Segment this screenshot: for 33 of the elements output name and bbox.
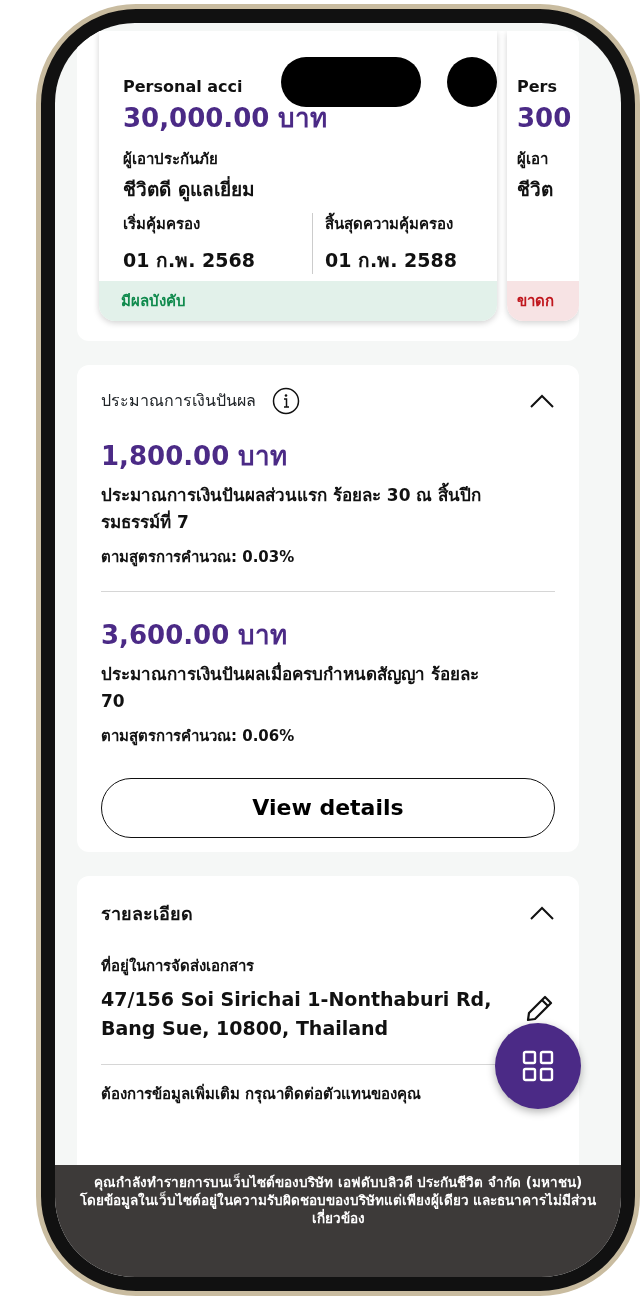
coverage-start-label: เริ่มคุ้มครอง: [123, 213, 201, 236]
status-label: มีผลบังคับ: [99, 281, 497, 321]
dividend-description: ประมาณการเงินปันผลส่วนแรก ร้อยละ 30 ณ สิ้นปีกรมธรรม์ที่ 7: [101, 482, 501, 537]
dividend-amount: 3,600.00 บาท: [101, 618, 289, 652]
address-text: 47/156 Soi Sirichai 1-Nonthaburi Rd, Bang Sue, 10800, Thailand: [101, 987, 493, 1041]
insured-name: ชีวิต: [517, 176, 554, 202]
contact-note: ต้องการข้อมูลเพิ่มเติม กรุณาติดต่อตัวแทนของคุณ: [101, 1083, 423, 1106]
policy-amount: 30,000.00 บาท: [123, 102, 329, 135]
disclaimer-text: คุณกำลังทำรายการบนเว็บไซต์ของบริษัท เอฟดับบลิวดี ประกันชีวิต จำกัด (มหาชน): [93, 1173, 584, 1192]
section-title: รายละเอียด: [101, 901, 193, 926]
address-label: ที่อยู่ในการจัดส่งเอกสาร: [101, 954, 255, 978]
chevron-up-icon[interactable]: [529, 393, 555, 409]
coverage-end-date: 01 ก.พ. 2588: [325, 247, 457, 273]
dividend-amount: 1,800.00 บาท: [101, 440, 289, 473]
disclaimer-text: โดยข้อมูลในเว็บไซต์อยู่ในความรับผิดชอบของบริษัทแต่เพียงผู้เดียว และธนาคารไม่มีส่วนเกี่ยวข้อง: [78, 1191, 598, 1228]
policy-title: Pers: [517, 76, 558, 98]
policy-amount: 300: [517, 102, 573, 135]
chevron-up-icon[interactable]: [529, 905, 555, 922]
policy-title: Personal acci: [123, 76, 244, 98]
status-label: ขาดก: [507, 281, 579, 321]
pencil-icon[interactable]: [525, 993, 555, 1024]
calculation-formula: ตามสูตรการคำนวณ: 0.03%: [101, 547, 296, 569]
insured-name: ชีวิตดี ดูแลเยี่ยม: [123, 175, 256, 203]
coverage-end-label: สิ้นสุดความคุ้มครอง: [325, 213, 457, 236]
info-icon[interactable]: [272, 387, 300, 415]
dividend-description: ประมาณการเงินปันผลเมื่อครบกำหนดสัญญา ร้อยละ 70: [101, 661, 480, 714]
section-title: ประมาณการเงินปันผล: [101, 390, 256, 412]
insured-label: ผู้เอาประกันภัย: [123, 149, 219, 171]
grid-icon: [522, 1050, 554, 1082]
view-details-button[interactable]: View details: [101, 777, 555, 838]
calculation-formula: ตามสูตรการคำนวณ: 0.06%: [101, 726, 296, 748]
insured-label: ผู้เอา: [517, 149, 549, 171]
coverage-start-date: 01 ก.พ. 2568: [123, 247, 256, 273]
